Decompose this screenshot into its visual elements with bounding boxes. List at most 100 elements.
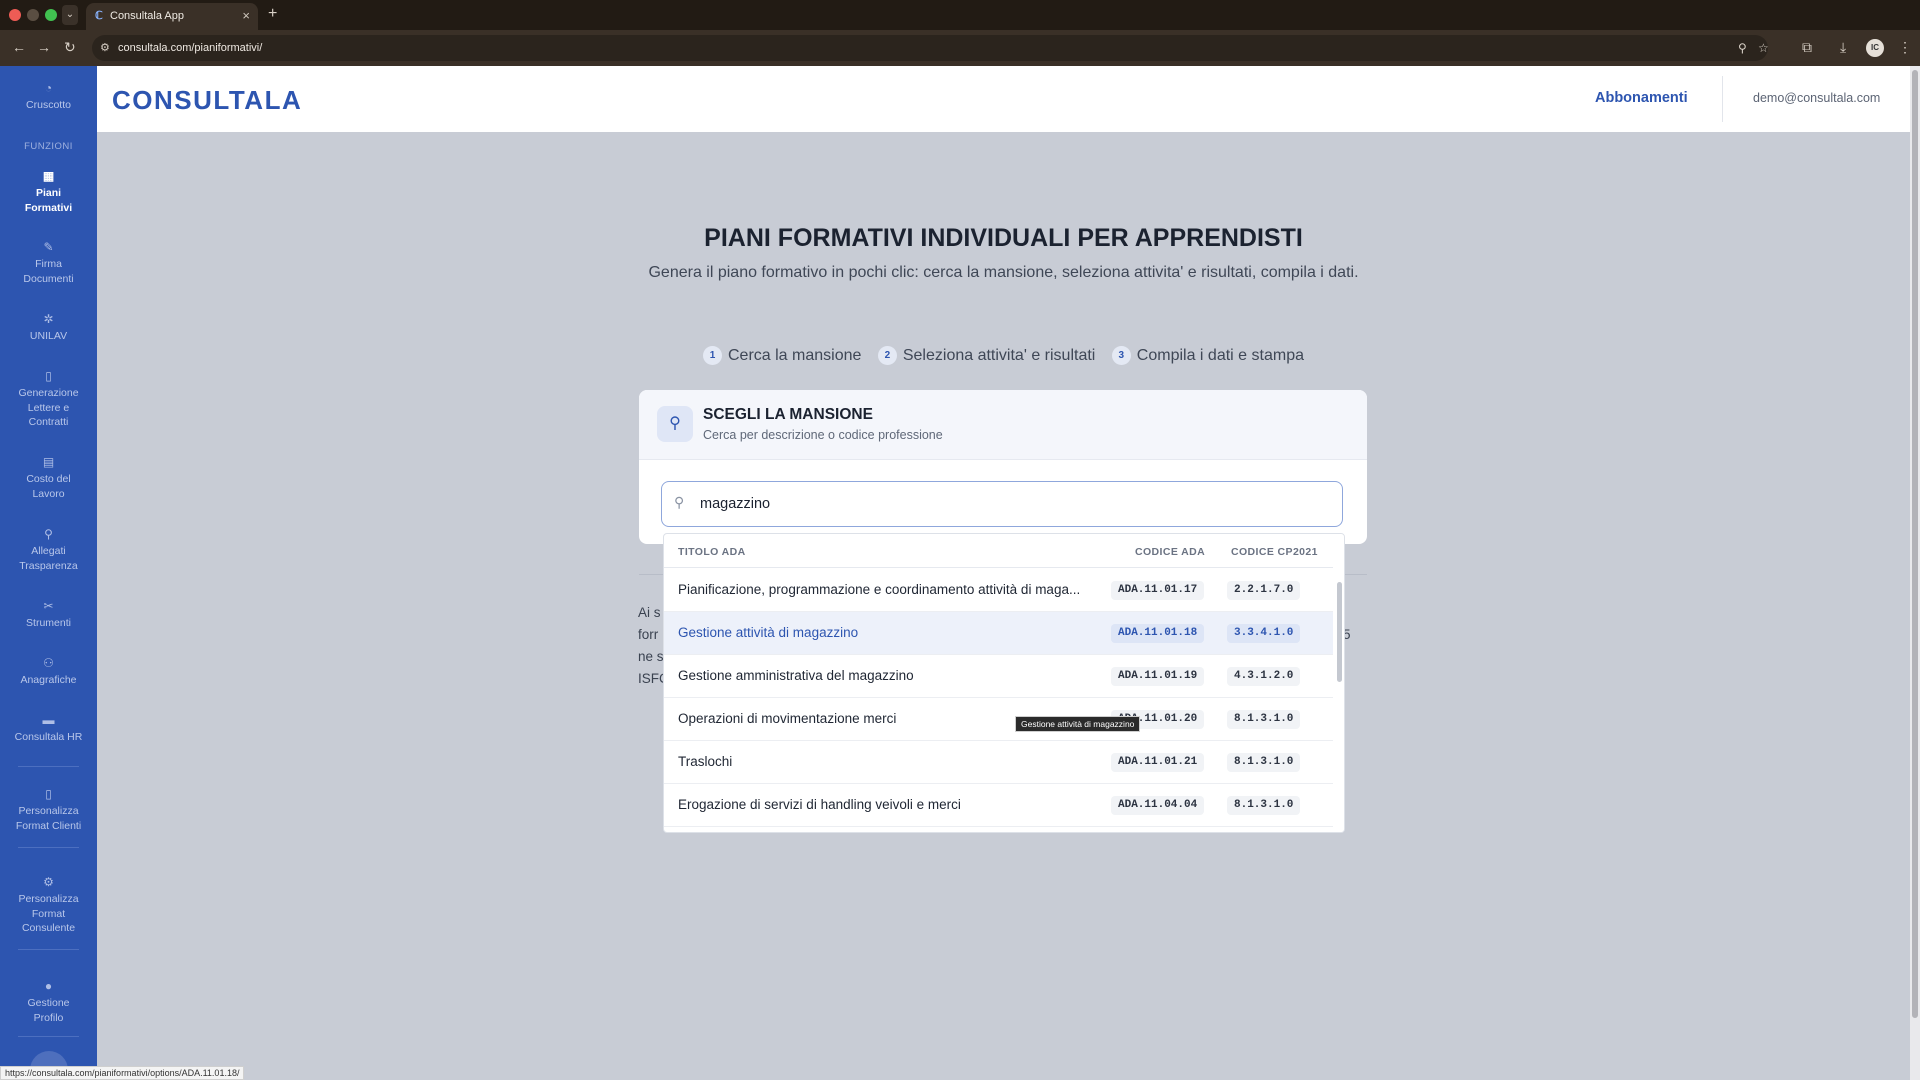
sidebar-item-piani-formativi[interactable]: ▦ Piani Formativi (0, 170, 97, 215)
search-icon: ⚲ (674, 494, 685, 510)
search-icon: ⚲ (657, 406, 693, 442)
mansione-search-input[interactable] (700, 488, 1320, 520)
sidebar-item-label: Firma Documenti (23, 258, 74, 285)
result-ada-code: ADA.11.01.17 (1111, 581, 1205, 600)
forward-icon[interactable]: → (37, 39, 51, 55)
result-cp-code: 8.1.3.1.0 (1227, 710, 1301, 729)
document-icon: ▯ (45, 369, 52, 383)
profile-avatar[interactable]: IC (1866, 39, 1884, 57)
sidebar-item-label: Anagrafiche (20, 674, 77, 686)
result-row[interactable]: Traslochi ADA.11.01.21 8.1.3.1.0 (664, 741, 1334, 784)
result-cp-code: 3.3.4.1.0 (1227, 624, 1301, 643)
sidebar-item-allegati-trasparenza[interactable]: ⚲ Allegati Trasparenza (0, 528, 97, 573)
row-tooltip: Gestione attività di magazzino (1015, 716, 1141, 732)
browser-tabbar: ⌄ ℂ Consultala App × + (0, 0, 1920, 30)
search-icon: ⚲ (44, 527, 53, 541)
sidebar-item-label: Personalizza Format Consulente (18, 893, 79, 934)
result-ada-code: ADA.11.04.04 (1111, 796, 1205, 815)
address-bar[interactable]: ⚙ consultala.com/pianiformativi/ ⚲ ☆ (92, 35, 1769, 61)
results-table-header: TITOLO ADA CODICE ADA CODICE CP2021 (664, 534, 1344, 568)
browser-menu-icon[interactable]: ⋮ (1898, 39, 1912, 56)
card-title: SCEGLI LA MANSIONE (703, 406, 873, 423)
result-row[interactable]: Erogazione di servizi di handling veivol… (664, 784, 1334, 827)
extensions-icon[interactable]: ⧉ (1802, 39, 1812, 56)
app-logo[interactable]: CONSULTALA (112, 85, 302, 116)
sidebar-item-costo-lavoro[interactable]: ▤ Costo del Lavoro (0, 456, 97, 501)
sidebar-item-firma-documenti[interactable]: ✎ Firma Documenti (0, 241, 97, 286)
back-icon[interactable]: ← (12, 39, 26, 55)
tools-icon: ✂ (43, 599, 54, 613)
sidebar-item-gestione-profilo[interactable]: ● Gestione Profilo (0, 980, 97, 1025)
result-title: Traslochi (678, 754, 733, 769)
page-title: PIANI FORMATIVI INDIVIDUALI PER APPRENDI… (704, 224, 1303, 252)
reload-icon[interactable]: ↻ (64, 39, 76, 56)
maximize-window-button[interactable] (45, 9, 57, 21)
new-tab-icon[interactable]: + (268, 5, 277, 23)
result-row-highlighted[interactable]: Gestione attività di magazzino ADA.11.01… (664, 612, 1334, 655)
mansione-card: ⚲ SCEGLI LA MANSIONE Cerca per descrizio… (639, 390, 1367, 544)
sidebar-item-consultala-hr[interactable]: ▬ Consultala HR (0, 714, 97, 745)
tab-list-chevron-icon[interactable]: ⌄ (62, 5, 78, 25)
bookmark-star-icon[interactable]: ☆ (1758, 41, 1769, 55)
sidebar-item-label: UNILAV (29, 330, 68, 342)
result-row[interactable]: Gestione amministrativa del magazzino AD… (664, 655, 1334, 698)
result-row[interactable]: Operazioni di movimentazione merci ADA.1… (664, 698, 1334, 741)
sidebar-divider (18, 1036, 79, 1037)
download-icon[interactable]: ⤓ (1840, 39, 1846, 56)
sidebar-item-anagrafiche[interactable]: ⚇ Anagrafiche (0, 657, 97, 688)
search-field[interactable]: ⚲ (661, 481, 1343, 527)
sidebar-item-unilav[interactable]: ✲ UNILAV (0, 313, 97, 344)
card-subtitle: Cerca per descrizione o codice professio… (703, 428, 943, 442)
close-window-button[interactable] (9, 9, 21, 21)
page-scrollbar-thumb[interactable] (1912, 70, 1918, 1018)
site-settings-icon[interactable]: ⚙ (100, 41, 110, 54)
dropdown-scrollbar[interactable] (1333, 534, 1344, 832)
page-scrollbar[interactable] (1910, 66, 1920, 1080)
top-header: CONSULTALA Abbonamenti demo@consultala.c… (97, 66, 1910, 132)
url-text[interactable]: consultala.com/pianiformativi/ (118, 42, 262, 54)
result-ada-code: ADA.11.01.21 (1111, 753, 1205, 772)
result-cp-code: 2.2.1.7.0 (1227, 581, 1301, 600)
table-icon: ▦ (42, 169, 55, 183)
sidebar-divider (18, 766, 79, 767)
sidebar-item-generazione-lettere[interactable]: ▯ Generazione Lettere e Contratti (0, 370, 97, 430)
sidebar-item-label: Gestione Profilo (27, 997, 70, 1024)
step-number: 1 (703, 346, 722, 365)
step-number: 2 (877, 346, 897, 365)
minimize-window-button[interactable] (27, 9, 39, 21)
step-1: 1 Cerca la mansione (703, 346, 861, 365)
user-icon: ● (44, 979, 53, 993)
sidebar-item-personalizza-format-consulente[interactable]: ⚙ Personalizza Format Consulente (0, 876, 97, 936)
result-title: Erogazione di servizi di handling veivol… (678, 797, 961, 812)
sidebar-item-strumenti[interactable]: ✂ Strumenti (0, 600, 97, 631)
tab-close-icon[interactable]: × (242, 8, 250, 23)
signature-icon: ✎ (43, 240, 54, 254)
browser-tab[interactable]: ℂ Consultala App × (86, 3, 258, 30)
dropdown-scrollbar-thumb[interactable] (1337, 582, 1342, 682)
step-label: Cerca la mansione (728, 347, 862, 364)
sidebar-item-label: Consultala HR (14, 731, 83, 743)
folder-icon: ▬ (42, 713, 55, 727)
result-ada-code: ADA.11.01.19 (1111, 667, 1205, 686)
main-content: PIANI FORMATIVI INDIVIDUALI PER APPRENDI… (97, 132, 1910, 1080)
column-titolo-ada: TITOLO ADA (678, 546, 746, 558)
sidebar-item-cruscotto[interactable]: ◔ Cruscotto (0, 82, 97, 113)
abbonamenti-link[interactable]: Abbonamenti (1595, 90, 1688, 106)
app-window: ◔ Cruscotto FUNZIONI ▦ Piani Formativi ✎… (0, 66, 1910, 1080)
column-codice-ada: CODICE ADA (1135, 546, 1206, 558)
user-email[interactable]: demo@consultala.com (1753, 91, 1880, 105)
result-row[interactable]: Pianificazione, programmazione e coordin… (664, 569, 1334, 612)
calculator-icon: ▤ (42, 455, 55, 469)
sidebar: ◔ Cruscotto FUNZIONI ▦ Piani Formativi ✎… (0, 66, 97, 1080)
sidebar-divider (18, 847, 79, 848)
sidebar-section-label: FUNZIONI (24, 141, 73, 152)
gear-icon: ⚙ (43, 875, 54, 889)
column-codice-cp: CODICE CP2021 (1231, 546, 1318, 558)
favicon-icon: ℂ (95, 10, 103, 22)
zoom-icon[interactable]: ⚲ (1738, 41, 1747, 55)
sidebar-item-personalizza-format-clienti[interactable]: ▯ Personalizza Format Clienti (0, 788, 97, 833)
sidebar-item-label: Cruscotto (26, 99, 71, 111)
sidebar-item-label: Costo del Lavoro (26, 473, 71, 500)
header-divider (1722, 76, 1723, 122)
step-3: 3 Compila i dati e stampa (1111, 346, 1304, 365)
